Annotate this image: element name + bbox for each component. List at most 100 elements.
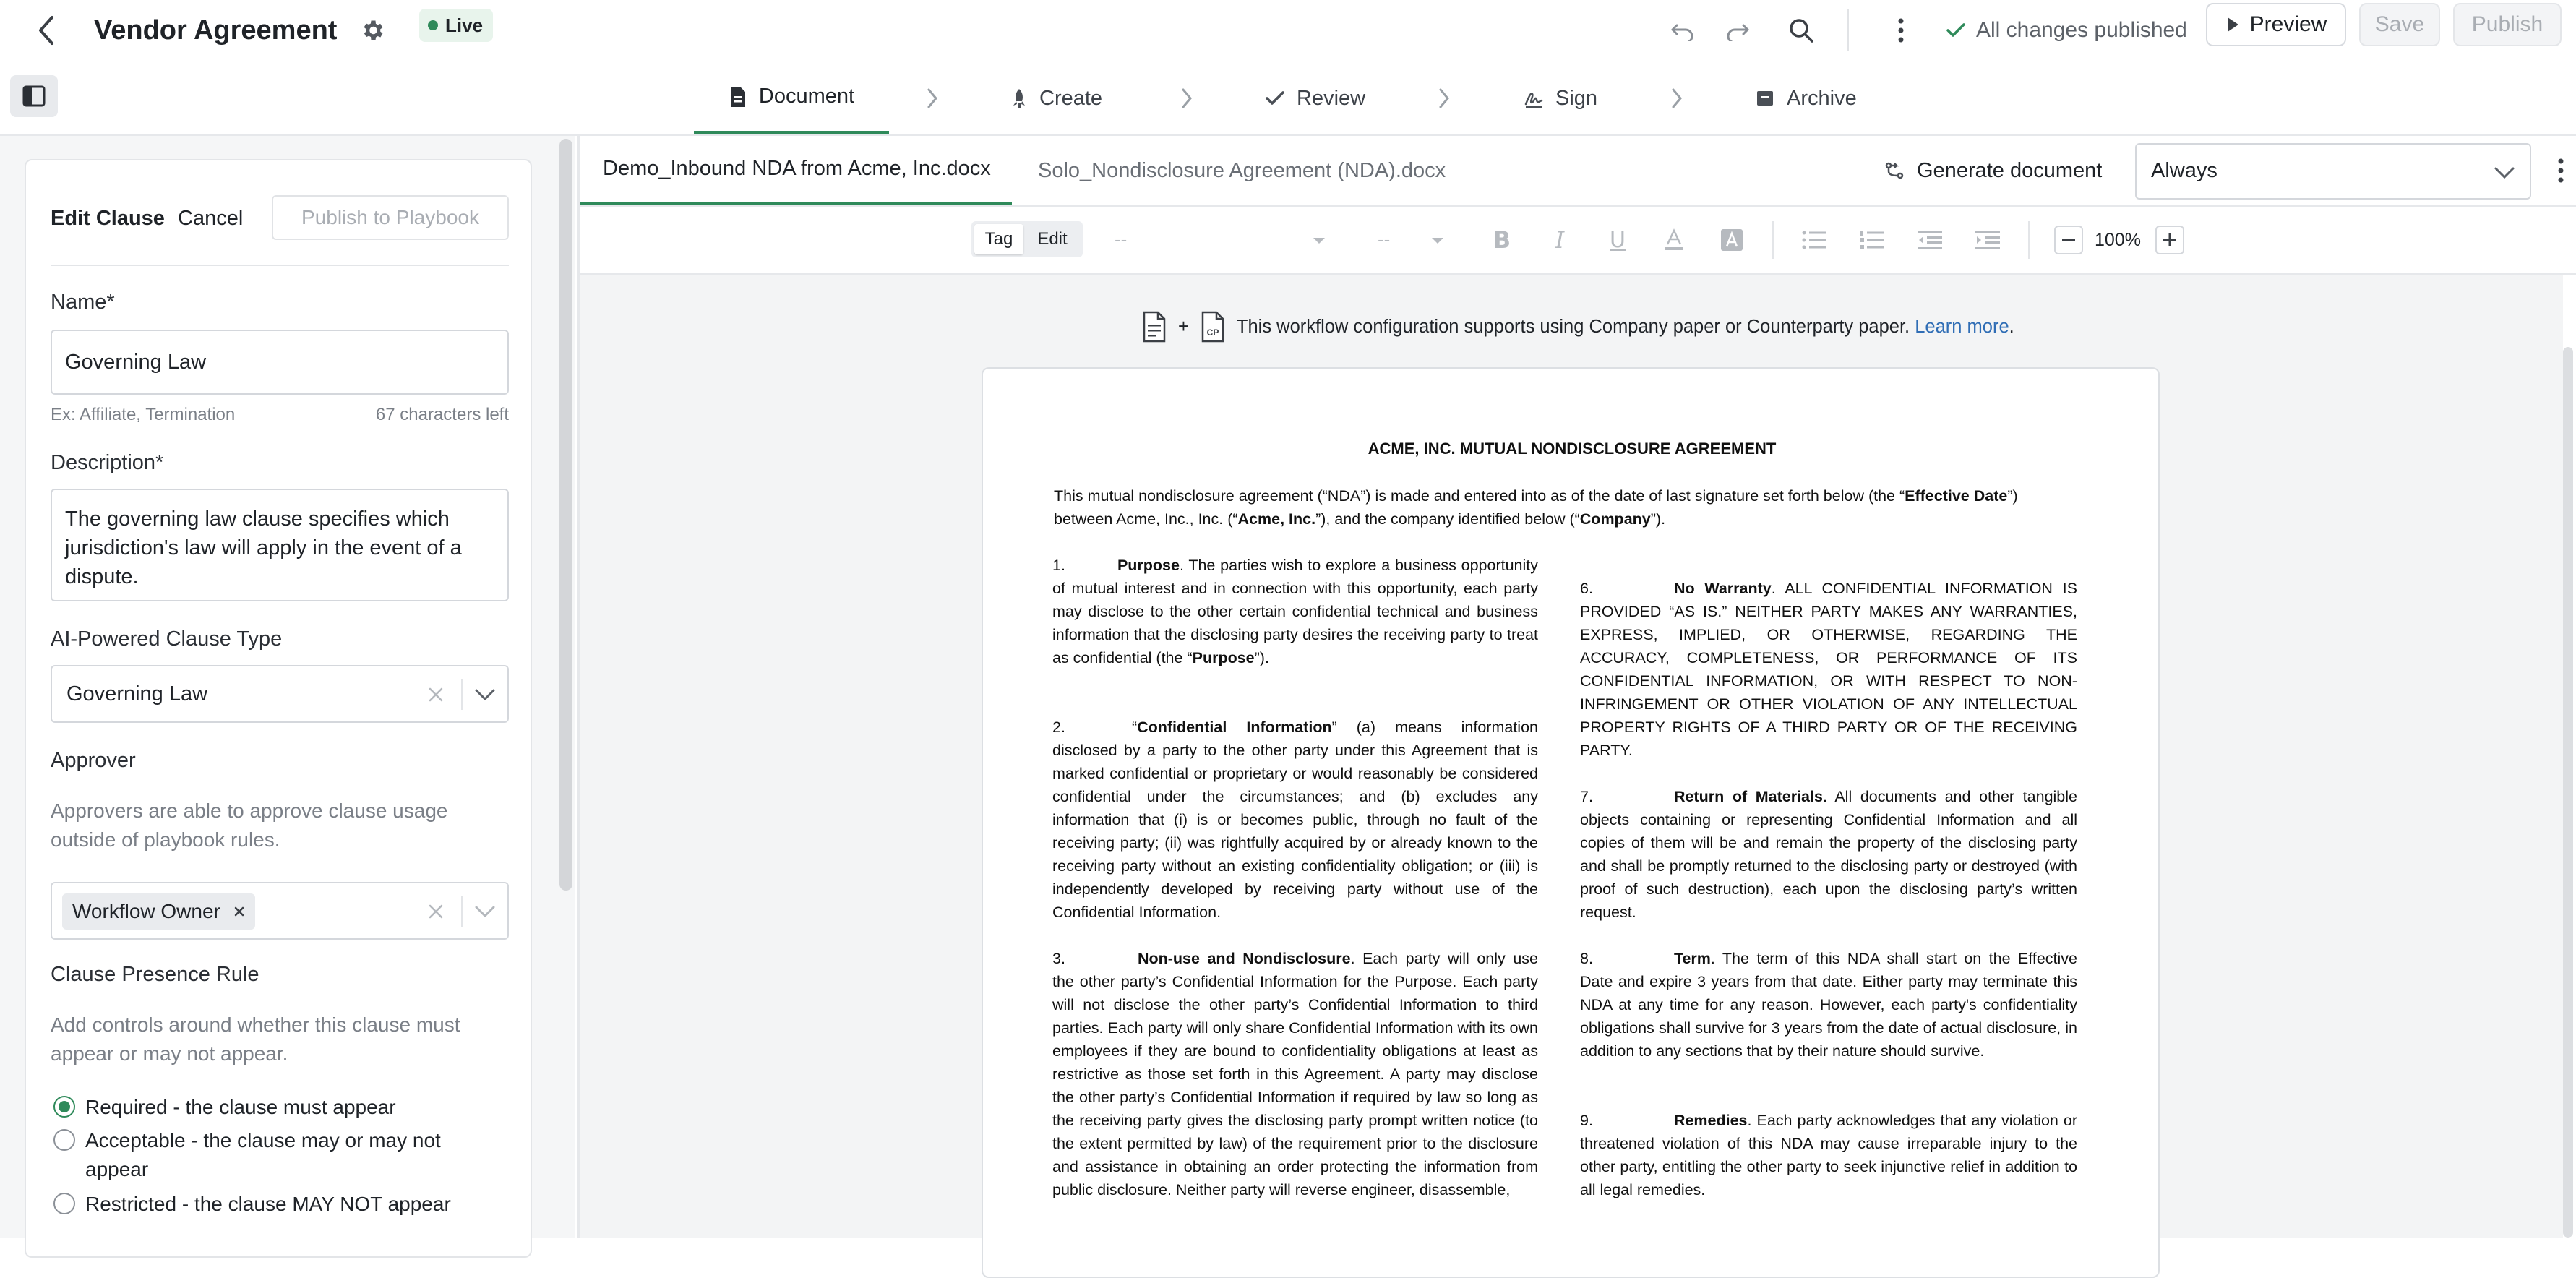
section-8: 8. Term. The term of this NDA shall start… — [1580, 950, 2077, 1060]
live-dot-icon — [428, 20, 438, 30]
publish-status: All changes published — [1946, 9, 2187, 52]
clear-icon[interactable] — [426, 685, 445, 704]
style-select[interactable]: -- — [1115, 228, 1127, 251]
remove-chip-icon[interactable] — [233, 906, 245, 917]
branch-icon — [1885, 162, 1904, 179]
chevron-down-icon — [2494, 167, 2515, 179]
radio-button[interactable] — [53, 1129, 75, 1151]
chevron-down-icon[interactable] — [474, 905, 496, 918]
zoom-in-button[interactable] — [2155, 226, 2184, 254]
clause-type-select[interactable]: Governing Law — [51, 665, 509, 723]
file-tab-inbound-nda[interactable]: Demo_Inbound NDA from Acme, Inc.docx — [580, 136, 1012, 205]
approver-help: Approvers are able to approve clause usa… — [51, 799, 448, 851]
size-select[interactable]: -- — [1378, 228, 1390, 251]
outdent-icon[interactable] — [1914, 224, 1946, 256]
archive-icon — [1757, 91, 1773, 106]
section-2: 2. “Confidential Information” (a) means i… — [1052, 719, 1538, 921]
zoom-level: 100% — [2095, 230, 2141, 250]
search-icon[interactable] — [1784, 10, 1819, 51]
tab-review[interactable]: Review — [1265, 62, 1365, 134]
format-toolbar: Tag Edit -- -- B I U 100% — [580, 207, 2576, 275]
edit-clause-card: Edit Clause Cancel Publish to Playbook N… — [25, 159, 532, 1258]
generate-document-button[interactable]: Generate document — [1885, 149, 2102, 192]
highlight-icon[interactable] — [1717, 224, 1746, 256]
chevron-right-icon — [1672, 88, 1682, 108]
company-paper-icon — [1143, 311, 1166, 343]
tab-sign[interactable]: Sign — [1524, 62, 1597, 134]
counterparty-paper-icon: CP — [1201, 311, 1224, 343]
generate-condition-select[interactable]: Always — [2135, 143, 2531, 200]
document-page: ACME, INC. MUTUAL NONDISCLOSURE AGREEMEN… — [982, 367, 2160, 1278]
check-icon — [1946, 23, 1965, 37]
underline-icon[interactable]: U — [1603, 224, 1632, 256]
radio-button[interactable] — [53, 1096, 75, 1118]
tab-archive[interactable]: Archive — [1755, 62, 1857, 134]
file-tabs: Demo_Inbound NDA from Acme, Inc.docx Sol… — [580, 136, 2576, 207]
clause-type-label: AI-Powered Clause Type — [51, 627, 283, 651]
info-banner: + CP This workflow configuration support… — [1142, 306, 2014, 347]
more-options-icon[interactable] — [2551, 150, 2570, 191]
document-scrollbar[interactable] — [2563, 347, 2573, 1238]
italic-icon[interactable]: I — [1545, 224, 1574, 256]
signature-icon — [1524, 93, 1543, 108]
rocket-icon — [1013, 89, 1025, 108]
document-icon — [730, 86, 745, 107]
edit-mode-button[interactable]: Edit — [1026, 224, 1078, 254]
tag-mode-button[interactable]: Tag — [974, 224, 1023, 254]
chevron-down-icon[interactable] — [474, 688, 496, 701]
presence-label: Clause Presence Rule — [51, 963, 259, 986]
numbered-list-icon[interactable] — [1856, 224, 1888, 256]
tab-create[interactable]: Create — [1010, 62, 1102, 134]
section-1: 1. Purpose. The parties wish to explore a… — [1052, 557, 1538, 666]
more-options-icon[interactable] — [1886, 10, 1915, 51]
gear-icon[interactable] — [354, 10, 390, 51]
section-6: 6. No Warranty. ALL CONFIDENTIAL INFORMAT… — [1580, 580, 2077, 759]
radio-required[interactable]: Required - the clause must appear — [53, 1093, 396, 1122]
chevron-right-icon — [927, 88, 937, 108]
learn-more-link[interactable]: Learn more — [1915, 317, 2009, 337]
name-field[interactable]: Governing Law — [51, 330, 509, 395]
radio-restricted[interactable]: Restricted - the clause MAY NOT appear — [53, 1190, 451, 1219]
name-counter: 67 characters left — [375, 405, 509, 424]
publish-to-playbook-button[interactable]: Publish to Playbook — [272, 195, 509, 240]
zoom-out-button[interactable] — [2054, 226, 2083, 254]
publish-button[interactable]: Publish — [2453, 3, 2562, 46]
text-color-icon[interactable] — [1660, 224, 1688, 256]
toggle-sidebar-icon[interactable] — [10, 75, 58, 117]
radio-button[interactable] — [53, 1193, 75, 1214]
section-7: 7. Return of Materials. All documents and… — [1580, 788, 2077, 921]
tab-document[interactable]: Document — [694, 62, 889, 134]
chevron-right-icon — [1182, 88, 1192, 108]
document-title: ACME, INC. MUTUAL NONDISCLOSURE AGREEMEN… — [1368, 439, 1777, 458]
description-label: Description* — [51, 451, 164, 474]
bold-icon[interactable]: B — [1487, 224, 1516, 256]
document-intro: This mutual nondisclosure agreement (“ND… — [1054, 487, 2018, 528]
undo-icon[interactable] — [1667, 10, 1699, 51]
cancel-button[interactable]: Cancel — [178, 207, 243, 231]
workflow-stepper: Document Create Review Sign Archive — [0, 62, 2576, 136]
plus-sign: + — [1178, 316, 1189, 337]
save-button[interactable]: Save — [2359, 3, 2440, 46]
caret-down-icon — [1432, 238, 1443, 244]
indent-icon[interactable] — [1972, 224, 2004, 256]
panel-scrollbar[interactable] — [559, 139, 572, 891]
edit-clause-title: Edit Clause — [51, 207, 165, 230]
preview-button[interactable]: Preview — [2206, 3, 2346, 46]
mode-toggle: Tag Edit — [971, 221, 1083, 257]
caret-down-icon — [1313, 238, 1325, 244]
name-hint: Ex: Affiliate, Termination — [51, 405, 236, 424]
file-tab-solo-nda[interactable]: Solo_Nondisclosure Agreement (NDA).docx — [1038, 136, 1446, 205]
top-bar: Vendor Agreement Live All changes publis… — [0, 0, 2576, 64]
name-label: Name* — [51, 291, 115, 314]
page-title: Vendor Agreement — [94, 15, 338, 46]
description-field[interactable]: The governing law clause specifies which… — [51, 489, 509, 601]
clear-icon[interactable] — [426, 902, 445, 921]
back-arrow-icon[interactable] — [29, 7, 64, 53]
approver-select[interactable]: Workflow Owner — [51, 882, 509, 940]
bullet-list-icon[interactable] — [1798, 224, 1830, 256]
redo-icon[interactable] — [1722, 10, 1753, 51]
radio-acceptable[interactable]: Acceptable - the clause may or may not a… — [53, 1126, 509, 1184]
check-icon — [1266, 91, 1284, 105]
section-9: 9. Remedies. Each party acknowledges that… — [1580, 1112, 2077, 1198]
svg-text:CP: CP — [1207, 327, 1219, 338]
